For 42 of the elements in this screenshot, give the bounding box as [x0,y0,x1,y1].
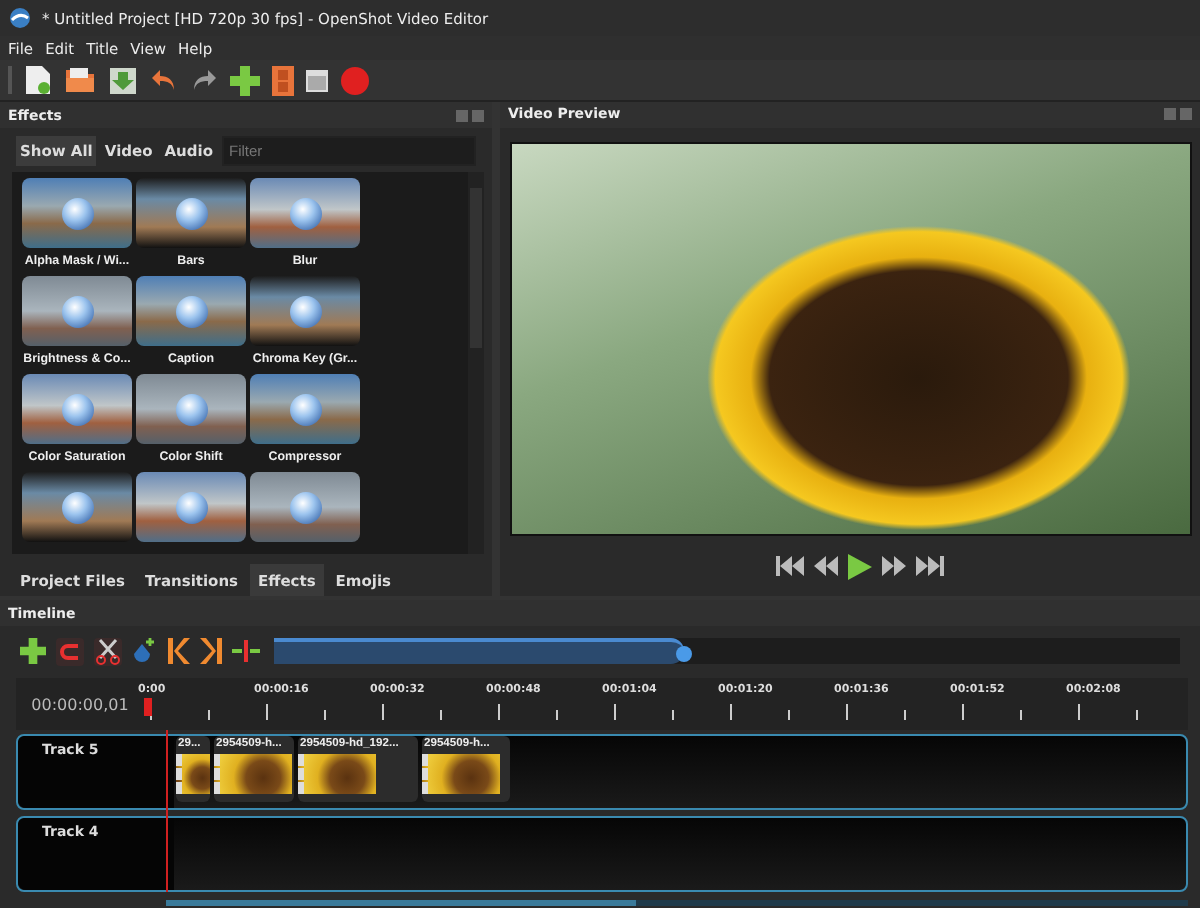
effect-thumbnail[interactable] [250,276,360,346]
download-icon[interactable] [108,65,138,95]
play-icon[interactable] [848,553,872,580]
effect-thumbnail[interactable] [136,374,246,444]
folder-icon[interactable] [64,66,96,94]
effect-thumbnail[interactable] [250,178,360,248]
effect-thumbnail[interactable] [22,472,132,542]
fast-forward-icon[interactable] [882,556,906,577]
effect-thumbnail[interactable] [136,178,246,248]
effect-thumbnail[interactable] [136,276,246,346]
app-logo-icon [8,6,32,30]
effect-thumbnail[interactable] [22,374,132,444]
effect-thumbnail[interactable] [22,178,132,248]
effect-thumbnail[interactable] [22,276,132,346]
scissors-icon[interactable] [94,637,122,665]
new-file-icon[interactable] [24,64,52,96]
scrollbar[interactable] [468,172,484,554]
rewind-icon[interactable] [814,556,838,577]
effect-thumbnail[interactable] [136,472,246,542]
scrollbar[interactable] [166,900,1188,906]
jump-start-icon[interactable] [168,638,190,664]
marker-icon[interactable] [132,638,158,664]
screen-icon[interactable] [306,69,328,91]
plus-icon[interactable] [230,65,260,95]
jump-end-icon[interactable] [200,638,222,664]
center-icon[interactable] [232,640,260,662]
undo-icon[interactable] [150,68,178,92]
skip-end-icon[interactable] [916,556,944,577]
clip-thumbnail [298,754,376,794]
effect-thumbnail[interactable] [250,472,360,542]
zoom-scroll-bar[interactable] [274,638,1180,664]
record-icon[interactable] [340,65,370,95]
redo-icon[interactable] [190,68,218,92]
clip-thumbnail [422,754,500,794]
magnet-icon[interactable] [56,637,84,665]
clip-thumbnail [176,754,210,794]
clip-thumbnail [214,754,292,794]
effect-thumbnail[interactable] [250,374,360,444]
skip-start-icon[interactable] [776,556,804,577]
playhead-marker-icon[interactable] [144,698,152,716]
plus-icon[interactable] [20,638,46,664]
film-strip-icon[interactable] [272,65,294,95]
